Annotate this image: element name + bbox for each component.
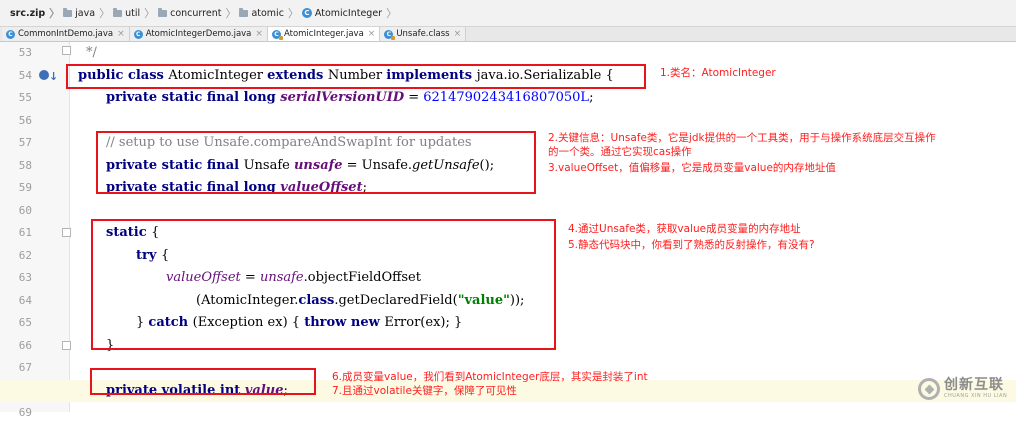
tab-commonintdemo[interactable]: C CommonIntDemo.java × — [2, 27, 130, 41]
code-editor[interactable]: 5354555657585960616263646566676869 */ ↓ … — [0, 42, 1016, 419]
class-icon: C — [301, 8, 312, 18]
breadcrumb-separator-icon: 〉 — [287, 7, 299, 20]
code-text: private static final long serialVersionU… — [106, 90, 594, 105]
folder-icon — [63, 7, 73, 17]
logo-icon — [918, 377, 940, 400]
code-line[interactable]: private static final long serialVersionU… — [0, 87, 1016, 110]
tab-atomicinteger[interactable]: C AtomicInteger.java × — [267, 27, 381, 41]
class-icon: C — [6, 29, 15, 39]
annotation-note-6: 6.成员变量value，我们看到AtomicInteger底层，其实是封装了in… — [332, 371, 648, 383]
annotation-box-class-name — [66, 64, 646, 89]
annotation-note-7: 7.且通过volatile关键字，保障了可见性 — [332, 385, 517, 397]
breadcrumb-separator-icon: 〉 — [225, 7, 237, 20]
class-icon: C — [133, 29, 143, 39]
locked-class-icon: C — [384, 29, 396, 40]
close-icon[interactable]: × — [454, 29, 462, 39]
annotation-note-3: 3.valueOffset，值偏移量，它是成员变量value的内存地址值 — [548, 162, 836, 174]
line-number: 56 — [18, 113, 32, 127]
close-icon[interactable]: × — [255, 29, 263, 39]
annotation-box-unsafe-fields — [96, 131, 536, 194]
tab-atomicintegerdemo[interactable]: C AtomicIntegerDemo.java × — [129, 27, 268, 41]
fold-icon[interactable] — [62, 340, 71, 350]
breadcrumb: src.zip 〉 java 〉 util 〉 concurrent 〉 atomic 〉… — [0, 0, 1016, 27]
breadcrumb-item-java[interactable]: java 〉 — [63, 5, 110, 21]
folder-icon — [113, 7, 123, 17]
breadcrumb-item-atomicinteger[interactable]: C AtomicInteger 〉 — [301, 5, 398, 21]
breadcrumb-item-src-zip[interactable]: src.zip 〉 — [10, 5, 60, 21]
close-icon[interactable]: × — [368, 29, 376, 39]
close-icon[interactable]: × — [117, 29, 125, 39]
arrow-down-icon: ↓ — [49, 69, 59, 83]
breadcrumb-separator-icon: 〉 — [144, 7, 156, 20]
fold-icon[interactable] — [62, 46, 71, 55]
watermark-subtitle: CHUANG XIN HU LIAN — [944, 393, 1008, 399]
breadcrumb-separator-icon: 〉 — [386, 7, 398, 20]
watermark-title: 创新互联 — [944, 377, 1004, 393]
editor-tab-bar: C CommonIntDemo.java × C AtomicIntegerDemo.… — [0, 27, 1016, 42]
annotation-box-value-field — [90, 368, 316, 395]
code-text: */ — [86, 45, 97, 60]
locked-class-icon: C — [271, 29, 283, 40]
annotation-note-4: 4.通过Unsafe类，获取value成员变量的内存地址 — [568, 223, 801, 235]
folder-icon — [239, 7, 249, 17]
breadcrumb-item-concurrent[interactable]: concurrent 〉 — [158, 5, 236, 21]
annotation-note-2a: 2.关键信息：Unsafe类，它是jdk提供的一个工具类，用于与操作系统底层交互… — [548, 132, 936, 144]
annotation-note-2b: 的一个类。通过它实现cas操作 — [548, 146, 692, 158]
line-number: 67 — [18, 361, 32, 374]
breadcrumb-item-util[interactable]: util 〉 — [113, 5, 155, 21]
annotation-note-5: 5.静态代码块中，你看到了熟悉的反射操作，有没有? — [568, 239, 815, 251]
line-number: 69 — [18, 406, 32, 419]
folder-icon — [158, 7, 168, 17]
watermark-logo: 创新互联 CHUANG XIN HU LIAN — [918, 377, 1007, 400]
tab-unsafe-class[interactable]: C Unsafe.class × — [380, 27, 467, 41]
annotation-box-static-block — [91, 219, 556, 350]
annotation-note-1: 1.类名：AtomicInteger — [660, 67, 776, 79]
breadcrumb-separator-icon: 〉 — [99, 7, 111, 20]
implements-icon[interactable] — [39, 69, 49, 80]
breadcrumb-separator-icon: 〉 — [49, 7, 61, 20]
code-line[interactable]: */ — [0, 42, 1016, 65]
breadcrumb-item-atomic[interactable]: atomic 〉 — [239, 5, 299, 21]
fold-icon[interactable] — [62, 228, 71, 237]
line-number: 60 — [18, 203, 32, 217]
